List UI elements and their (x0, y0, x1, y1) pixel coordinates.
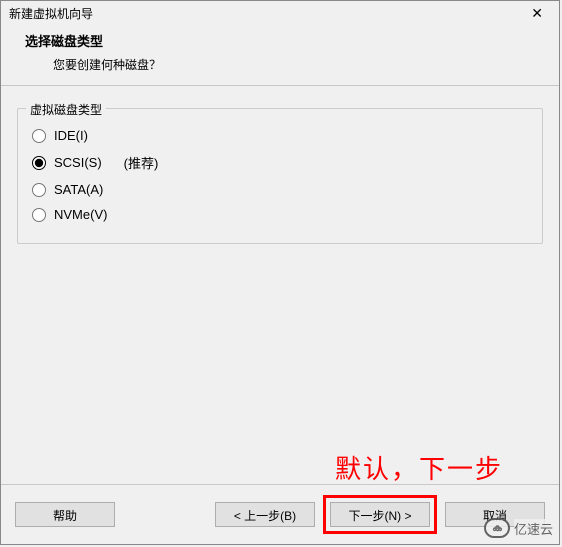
radio-sata[interactable] (32, 183, 46, 197)
wizard-dialog: 新建虚拟机向导 ✕ 选择磁盘类型 您要创建何种磁盘？ 虚拟磁盘类型 IDE(I)… (0, 0, 560, 545)
group-legend: 虚拟磁盘类型 (26, 101, 106, 118)
cancel-button[interactable]: 取消 (445, 502, 545, 527)
help-button[interactable]: 帮助 (15, 502, 115, 527)
radio-nvme[interactable] (32, 208, 46, 222)
radio-label-sata: SATA(A) (54, 182, 103, 197)
disk-type-group: 虚拟磁盘类型 IDE(I) SCSI(S) (推荐) SATA(A) NVMe(… (17, 108, 543, 244)
title-bar: 新建虚拟机向导 ✕ (1, 1, 559, 25)
window-title: 新建虚拟机向导 (9, 5, 93, 22)
radio-scsi[interactable] (32, 156, 46, 170)
button-bar: 帮助 < 上一步(B) 下一步(N) > 取消 (1, 484, 559, 544)
close-icon[interactable]: ✕ (523, 3, 551, 24)
content-area: 虚拟磁盘类型 IDE(I) SCSI(S) (推荐) SATA(A) NVMe(… (1, 86, 559, 244)
next-button[interactable]: 下一步(N) > (330, 502, 430, 527)
page-subtitle: 您要创建何种磁盘？ (25, 56, 559, 73)
next-button-highlight: 下一步(N) > (323, 495, 437, 534)
page-title: 选择磁盘类型 (25, 31, 559, 50)
radio-label-scsi: SCSI(S) (54, 155, 102, 170)
back-button[interactable]: < 上一步(B) (215, 502, 315, 527)
radio-row-nvme[interactable]: NVMe(V) (30, 202, 530, 227)
recommended-label: (推荐) (124, 153, 159, 172)
wizard-header: 选择磁盘类型 您要创建何种磁盘？ (1, 25, 559, 85)
radio-ide[interactable] (32, 129, 46, 143)
radio-label-nvme: NVMe(V) (54, 207, 107, 222)
radio-row-scsi[interactable]: SCSI(S) (推荐) (30, 148, 530, 177)
radio-label-ide: IDE(I) (54, 128, 88, 143)
radio-row-sata[interactable]: SATA(A) (30, 177, 530, 202)
annotation-text: 默认，下一步 (335, 449, 503, 486)
radio-row-ide[interactable]: IDE(I) (30, 123, 530, 148)
